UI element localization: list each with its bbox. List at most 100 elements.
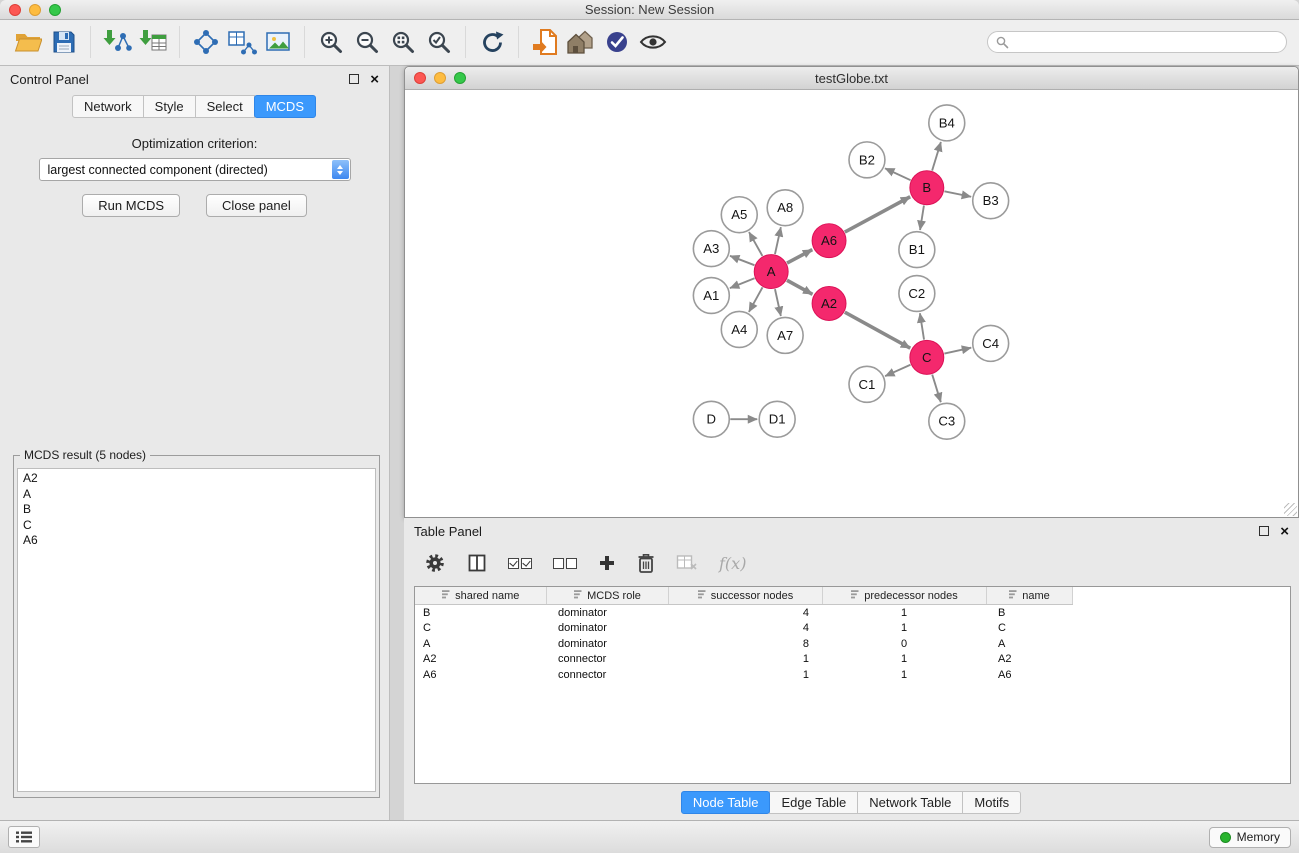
graph-node-C[interactable]: C (910, 340, 944, 374)
graph-node-A6[interactable]: A6 (812, 224, 846, 258)
graph-edge-B-B4[interactable] (932, 142, 941, 171)
export-image-icon[interactable] (260, 23, 296, 61)
save-floppy-icon[interactable] (46, 23, 82, 61)
graph-edge-A-A1[interactable] (730, 278, 755, 288)
search-box[interactable] (987, 31, 1287, 53)
table-cell[interactable]: dominator (546, 621, 668, 637)
table-cell[interactable]: B (986, 605, 1072, 621)
network-minimize-button[interactable] (434, 72, 446, 84)
table-row[interactable]: A2connector11A2 (415, 652, 1290, 668)
column-header-mcds-role[interactable]: MCDS role (546, 587, 668, 605)
table-cell[interactable]: A2 (415, 652, 546, 668)
mcds-result-item[interactable]: A (18, 487, 375, 503)
table-cell[interactable]: 4 (668, 605, 822, 621)
table-cell[interactable]: connector (546, 667, 668, 683)
table-cell[interactable]: A6 (415, 667, 546, 683)
run-mcds-button[interactable]: Run MCDS (82, 194, 180, 217)
close-panel-icon[interactable]: × (370, 72, 379, 87)
network-close-button[interactable] (414, 72, 426, 84)
graph-node-C2[interactable]: C2 (899, 276, 935, 312)
table-cell[interactable]: 1 (668, 652, 822, 668)
document-arrow-icon[interactable] (527, 23, 563, 61)
graph-node-D[interactable]: D (693, 401, 729, 437)
float-panel-icon[interactable] (349, 74, 359, 84)
table-row[interactable]: A6connector11A6 (415, 667, 1290, 683)
new-network-table-icon[interactable] (224, 23, 260, 61)
graph-node-B2[interactable]: B2 (849, 142, 885, 178)
graph-node-A7[interactable]: A7 (767, 317, 803, 353)
column-header-shared-name[interactable]: shared name (415, 587, 546, 605)
import-network-icon[interactable] (99, 23, 135, 61)
minimize-window-button[interactable] (29, 4, 41, 16)
table-cell[interactable]: dominator (546, 636, 668, 652)
table-row[interactable]: Cdominator41C (415, 621, 1290, 637)
table-cell[interactable]: 4 (668, 621, 822, 637)
zoom-selected-icon[interactable] (421, 23, 457, 61)
graph-edge-A-A8[interactable] (775, 227, 781, 254)
graph-node-C1[interactable]: C1 (849, 366, 885, 402)
graph-node-A3[interactable]: A3 (693, 231, 729, 267)
mcds-result-item[interactable]: B (18, 502, 375, 518)
graph-edge-C-C4[interactable] (944, 348, 971, 354)
network-canvas[interactable]: B4B2BB3A5A8A6A3B1AC2A1A2A4A7C4CC1C3DD1 (405, 90, 1298, 517)
graph-node-B3[interactable]: B3 (973, 183, 1009, 219)
refresh-icon[interactable] (474, 23, 510, 61)
column-header-successor-nodes[interactable]: successor nodes (668, 587, 822, 605)
resize-grip[interactable] (1284, 503, 1297, 516)
tab-edge-table[interactable]: Edge Table (769, 791, 858, 814)
table-cell[interactable]: 8 (668, 636, 822, 652)
show-columns-icon[interactable] (467, 553, 487, 573)
eye-icon[interactable] (635, 23, 671, 61)
memory-button[interactable]: Memory (1209, 827, 1291, 848)
open-folder-icon[interactable] (10, 23, 46, 61)
table-cell[interactable]: C (415, 621, 546, 637)
table-row[interactable]: Bdominator41B (415, 605, 1290, 621)
network-graph[interactable]: B4B2BB3A5A8A6A3B1AC2A1A2A4A7C4CC1C3DD1 (405, 90, 1298, 517)
zoom-window-button[interactable] (49, 4, 61, 16)
tab-network-table[interactable]: Network Table (857, 791, 963, 814)
table-cell[interactable]: dominator (546, 605, 668, 621)
import-table-icon[interactable] (135, 23, 171, 61)
tab-node-table[interactable]: Node Table (681, 791, 771, 814)
optimization-dropdown[interactable]: largest connected component (directed) (39, 158, 351, 181)
graph-edge-B-B3[interactable] (944, 191, 971, 196)
zoom-fit-icon[interactable] (385, 23, 421, 61)
table-row[interactable]: Adominator80A (415, 636, 1290, 652)
graph-node-A5[interactable]: A5 (721, 197, 757, 233)
table-cell[interactable]: 1 (822, 605, 986, 621)
mcds-result-item[interactable]: A6 (18, 533, 375, 549)
graph-node-A1[interactable]: A1 (693, 278, 729, 314)
mcds-result-list[interactable]: A2ABCA6 (17, 468, 376, 792)
graph-edge-A-A4[interactable] (749, 287, 763, 312)
column-header-predecessor-nodes[interactable]: predecessor nodes (822, 587, 986, 605)
deselect-all-icon[interactable] (553, 558, 577, 569)
dropdown-stepper-icon[interactable] (332, 160, 349, 179)
mcds-result-item[interactable]: A2 (18, 471, 375, 487)
checkmark-badge-icon[interactable] (599, 23, 635, 61)
task-list-icon[interactable] (8, 826, 40, 848)
close-table-panel-icon[interactable]: × (1280, 524, 1289, 539)
new-network-icon[interactable] (188, 23, 224, 61)
table-cell[interactable]: connector (546, 652, 668, 668)
graph-edge-C-C3[interactable] (932, 375, 941, 403)
tab-motifs[interactable]: Motifs (962, 791, 1021, 814)
graph-edge-C-C2[interactable] (920, 313, 924, 339)
table-cell[interactable]: 1 (822, 667, 986, 683)
tab-mcds[interactable]: MCDS (254, 95, 316, 118)
tab-style[interactable]: Style (143, 95, 196, 118)
zoom-in-icon[interactable] (313, 23, 349, 61)
function-builder-icon[interactable]: f(x) (719, 554, 746, 573)
close-window-button[interactable] (9, 4, 21, 16)
graph-node-B[interactable]: B (910, 171, 944, 205)
graph-edge-A2-C[interactable] (845, 312, 910, 348)
graph-node-B1[interactable]: B1 (899, 232, 935, 268)
table-cell[interactable]: 1 (822, 621, 986, 637)
table-cell[interactable]: A6 (986, 667, 1072, 683)
select-all-icon[interactable] (508, 558, 532, 569)
zoom-out-icon[interactable] (349, 23, 385, 61)
network-zoom-button[interactable] (454, 72, 466, 84)
graph-node-A4[interactable]: A4 (721, 311, 757, 347)
mcds-result-item[interactable]: C (18, 518, 375, 534)
graph-edge-A-A2[interactable] (787, 280, 813, 294)
houses-icon[interactable] (563, 23, 599, 61)
